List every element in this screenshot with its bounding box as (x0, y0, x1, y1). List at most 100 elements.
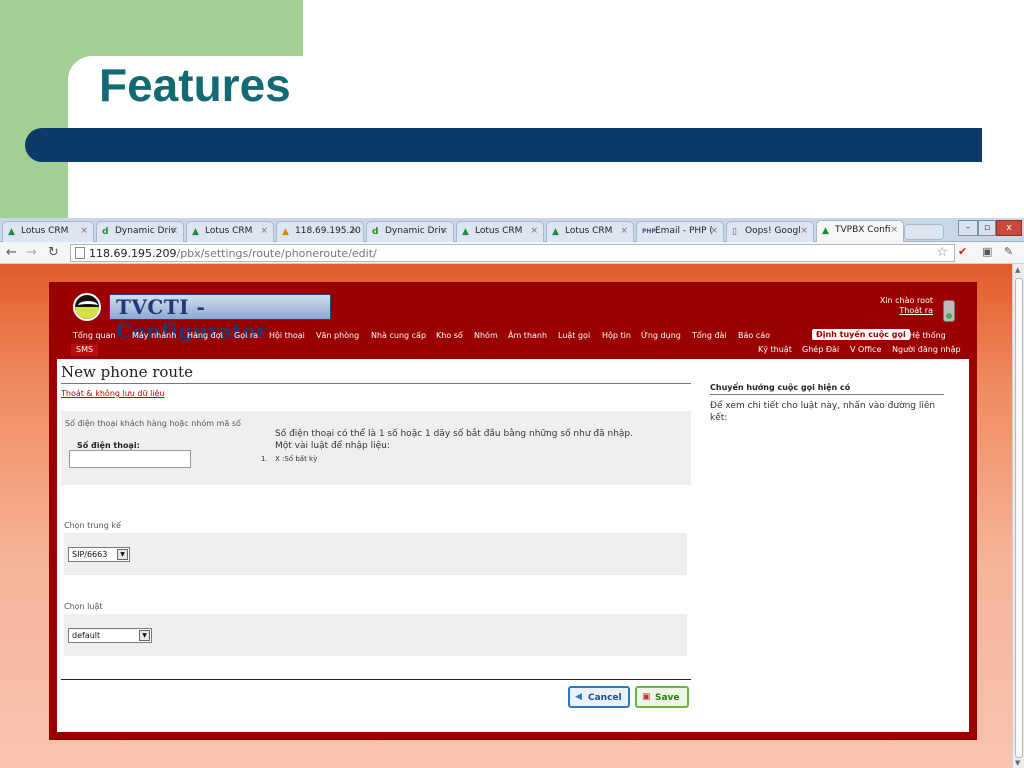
reload-icon[interactable]: ↻ (48, 245, 59, 260)
close-window-button[interactable]: x (996, 220, 1022, 236)
phone-number-input[interactable] (69, 450, 191, 468)
menu-item-voicemail[interactable]: Hộp tin (602, 331, 631, 340)
extension-box-icon[interactable]: ▣ (982, 245, 992, 258)
menu-item-system[interactable]: Hệ thống (909, 331, 946, 340)
page-viewport: TVCTI - Configurator Xin chào root Thoát… (0, 264, 1012, 768)
phone-number-label: Số điện thoại: (77, 441, 140, 450)
menu-item-sound[interactable]: Âm thanh (508, 331, 547, 340)
save-button[interactable]: ▣ Save (635, 686, 689, 708)
logout-link[interactable]: Thoát ra (899, 306, 933, 315)
submenu-item-trunk-link[interactable]: Ghép Đài (802, 345, 839, 354)
browser-tab[interactable]: ▲ Lotus CRM × (186, 221, 274, 242)
pma-icon: ▲ (282, 227, 289, 237)
close-icon[interactable]: × (170, 226, 178, 236)
tab-label: Email - PHP ( (655, 226, 713, 236)
close-icon[interactable]: × (530, 226, 538, 236)
submenu-item-technical[interactable]: Kỹ thuật (758, 345, 792, 354)
tab-label: Lotus CRM (21, 226, 69, 236)
url-host: 118.69.195.209 (89, 247, 177, 260)
slide: Features ▲ Lotus CRM × d Dynamic Driv × ▲ Lot… (0, 0, 1024, 768)
bookmark-star-icon[interactable]: ☆ (936, 245, 948, 260)
close-icon[interactable]: × (710, 226, 718, 236)
existing-routes-text: Để xem chi tiết cho luật này, nhấn vào đ… (710, 401, 936, 423)
menu-item-number-pool[interactable]: Kho số (436, 331, 463, 340)
browser-tab-active[interactable]: ▲ TVPBX Confi × (816, 220, 904, 242)
minimize-button[interactable]: – (958, 220, 978, 236)
wrench-icon[interactable]: ✎ (1004, 245, 1013, 258)
tab-label: TVPBX Confi (835, 225, 891, 235)
browser-tab[interactable]: ▲ Lotus CRM × (546, 221, 634, 242)
close-icon[interactable]: × (80, 226, 88, 236)
browser-tab[interactable]: ▯ Oops! Googl × (726, 221, 814, 242)
forward-icon[interactable]: → (26, 245, 37, 260)
browser-tab[interactable]: d Dynamic Driv × (366, 221, 454, 242)
save-icon: ▣ (642, 692, 651, 702)
browser-tab[interactable]: ▲ 118.69.195.20 × (276, 221, 364, 242)
address-bar[interactable]: 118.69.195.209/pbx/settings/route/phoner… (70, 244, 955, 262)
lotus-icon: ▲ (192, 227, 199, 237)
url-text: 118.69.195.209/pbx/settings/route/phoner… (89, 247, 377, 260)
phone-number-section: Số điện thoại khách hàng hoặc nhóm mã số… (61, 411, 691, 485)
browser-tab[interactable]: ▲ Lotus CRM × (2, 221, 94, 242)
rule-select[interactable]: default ▼ (68, 628, 152, 643)
submenu-item-v-office[interactable]: V Office (850, 345, 881, 354)
menu-item-conference[interactable]: Hội thoại (269, 331, 305, 340)
new-tab-button[interactable] (904, 224, 944, 240)
trunk-select-value: SIP/6663 (72, 550, 108, 559)
dynamic-drive-icon: d (102, 227, 109, 237)
browser-tab[interactable]: ▲ Lotus CRM × (456, 221, 544, 242)
maximize-button[interactable]: ▫ (978, 220, 996, 236)
menu-item-office[interactable]: Văn phòng (316, 331, 359, 340)
content-panel: New phone route Thoát & không lưu dữ liệ… (57, 359, 969, 732)
close-icon[interactable]: × (350, 226, 358, 236)
cancel-button[interactable]: ◀ Cancel (568, 686, 630, 708)
lotus-icon: ▲ (462, 227, 469, 237)
close-icon[interactable]: × (800, 226, 808, 236)
help-text: Số điện thoại có thể là 1 số hoặc 1 dãy … (275, 429, 633, 439)
slide-accent-bar (25, 128, 982, 162)
browser-tab[interactable]: PHP Email - PHP (× (636, 221, 724, 242)
menu-item-outbound[interactable]: Gọi ra (234, 331, 258, 340)
menu-item-extensions[interactable]: Máy nhánh (132, 331, 176, 340)
menu-item-apps[interactable]: Ứng dụng (641, 331, 681, 340)
close-icon[interactable]: × (620, 226, 628, 236)
divider (710, 394, 944, 395)
submenu-item-users[interactable]: Người đăng nhập (892, 345, 961, 354)
exit-without-saving-link[interactable]: Thoát & không lưu dữ liệu (61, 389, 165, 398)
menu-item-overview[interactable]: Tổng quan (73, 331, 116, 340)
tab-label: Lotus CRM (565, 226, 613, 236)
lotus-icon: ▲ (8, 227, 15, 237)
app-logo[interactable]: TVCTI - Configurator (71, 292, 331, 343)
php-icon: PHP (642, 228, 656, 235)
rule-select-value: default (72, 631, 101, 640)
scroll-thumb[interactable] (1015, 278, 1023, 758)
section-label: Số điện thoại khách hàng hoặc nhóm mã số (65, 419, 241, 428)
menu-item-providers[interactable]: Nhà cung cấp (371, 331, 426, 340)
menu-item-queues[interactable]: Hàng đợi (187, 331, 223, 340)
back-arrow-icon: ◀ (575, 692, 582, 702)
vertical-scrollbar[interactable]: ▲ ▼ (1012, 264, 1024, 768)
scroll-down-icon[interactable]: ▼ (1015, 759, 1020, 767)
tab-strip: ▲ Lotus CRM × d Dynamic Driv × ▲ Lotus CRM × ▲… (0, 218, 1024, 242)
menu-item-call-rules[interactable]: Luật gọi (558, 331, 590, 340)
menu-item-reports[interactable]: Báo cáo (738, 331, 770, 340)
extension-icon[interactable]: ✔ (958, 245, 967, 258)
trunk-section: SIP/6663 ▼ (64, 533, 687, 575)
menu-item-groups[interactable]: Nhóm (474, 331, 498, 340)
close-icon[interactable]: × (890, 225, 898, 235)
form-footer-divider (61, 679, 691, 680)
page-icon (75, 247, 85, 259)
rule-label: Chọn luật (64, 602, 103, 611)
browser-toolbar: ← → ↻ 118.69.195.209/pbx/settings/route/… (0, 242, 1024, 264)
menu-item-pbx[interactable]: Tổng đài (692, 331, 727, 340)
chevron-down-icon: ▼ (139, 630, 150, 641)
menu-item-sms[interactable]: SMS (71, 344, 99, 356)
menu-item-call-routing[interactable]: Định tuyến cuộc gọi (812, 329, 910, 340)
close-icon[interactable]: × (260, 226, 268, 236)
back-icon[interactable]: ← (6, 245, 17, 260)
trunk-select[interactable]: SIP/6663 ▼ (68, 547, 130, 562)
close-icon[interactable]: × (440, 226, 448, 236)
scroll-up-icon[interactable]: ▲ (1015, 266, 1020, 274)
tab-label: Dynamic Driv (115, 226, 177, 236)
browser-tab[interactable]: d Dynamic Driv × (96, 221, 184, 242)
